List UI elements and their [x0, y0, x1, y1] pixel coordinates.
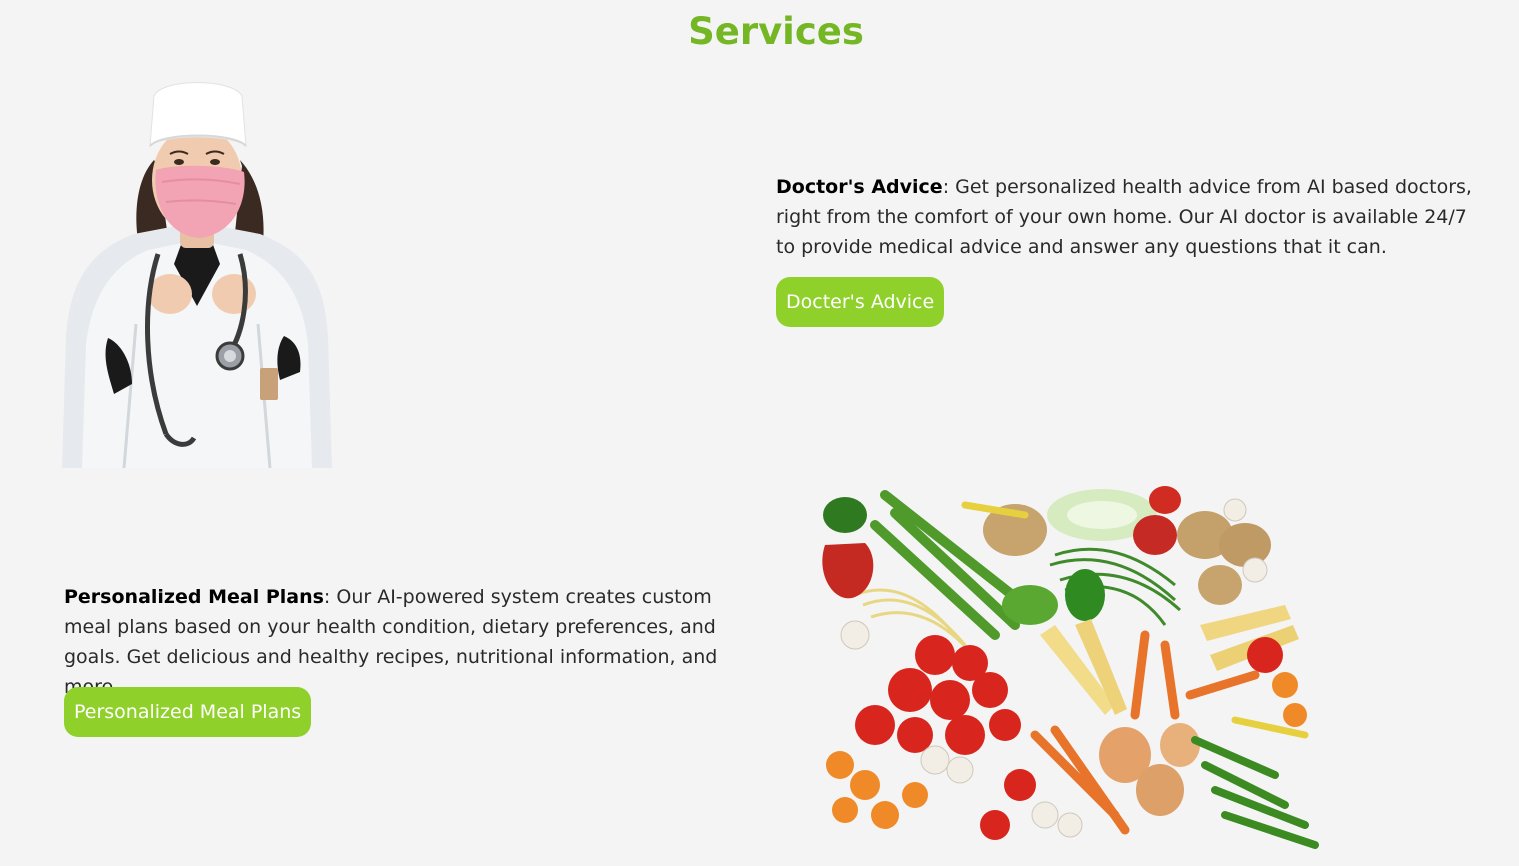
services-title: Services	[688, 10, 864, 53]
meal-plans-heading: Personalized Meal Plans	[64, 586, 324, 608]
meal-plans-text: Personalized Meal Plans: Our AI-powered …	[64, 582, 744, 702]
doctor-image	[62, 82, 332, 468]
vegetables-image	[822, 486, 1319, 849]
doctors-advice-button[interactable]: Docter's Advice	[776, 277, 945, 327]
meal-plans-button[interactable]: Personalized Meal Plans	[64, 687, 312, 737]
doctors-advice-text: Doctor's Advice: Get personalized health…	[776, 172, 1491, 262]
doctors-advice-heading: Doctor's Advice	[776, 176, 943, 198]
